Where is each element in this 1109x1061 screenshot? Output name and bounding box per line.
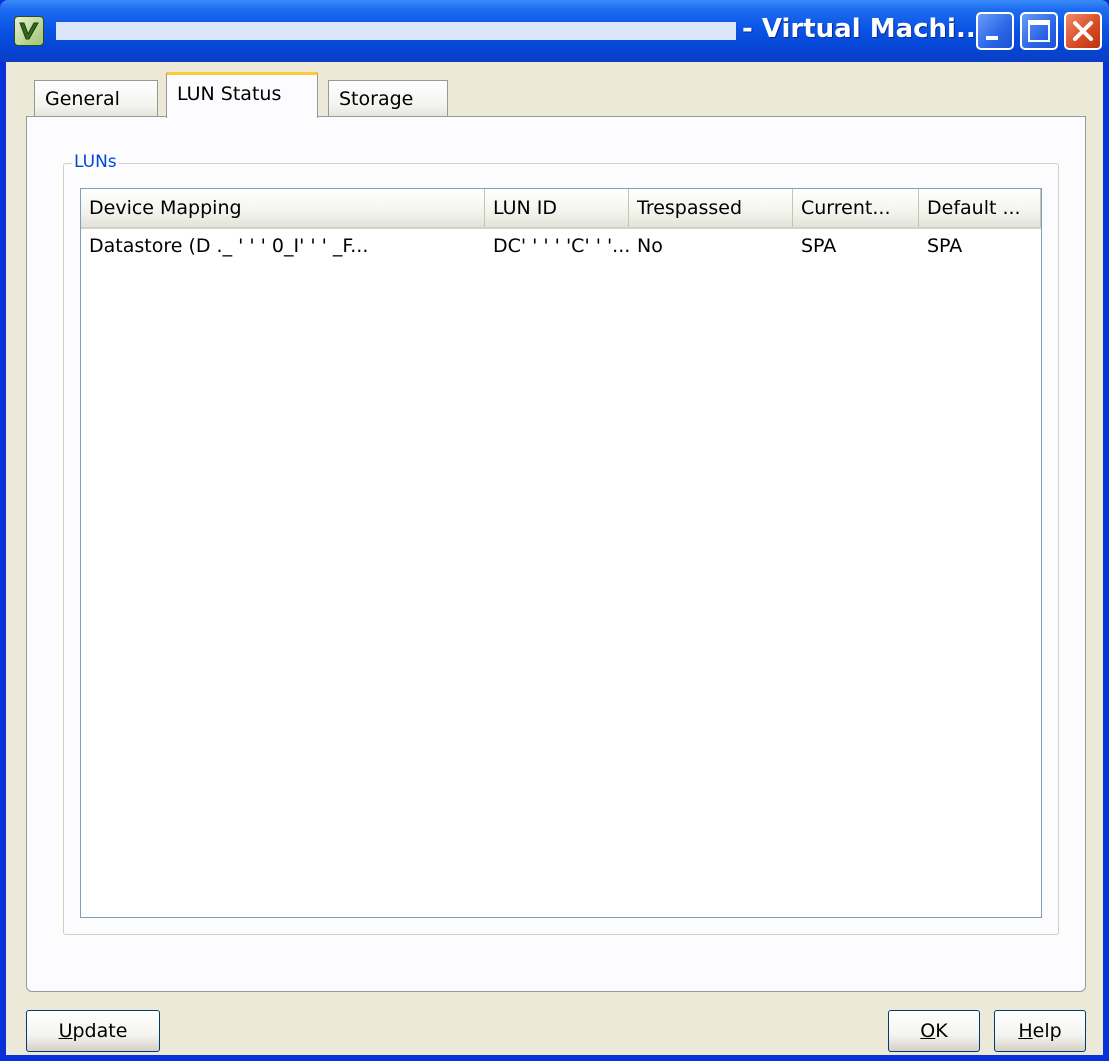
- maximize-button[interactable]: [1020, 12, 1058, 50]
- table-row[interactable]: Datastore (D ._ ' ' ' 0_I' ' ' _F... DC'…: [81, 229, 1041, 265]
- close-icon: [1073, 21, 1093, 41]
- luns-group-label: LUNs: [72, 152, 119, 172]
- lun-list-header: Device Mapping LUN ID Trespassed Current…: [81, 189, 1041, 229]
- tab-storage[interactable]: Storage: [328, 80, 448, 116]
- help-label-rest: elp: [1032, 1020, 1062, 1042]
- help-hotkey: H: [1018, 1020, 1033, 1042]
- tab-general[interactable]: General: [34, 80, 158, 116]
- title-bar[interactable]: - Virtual Machi...: [0, 0, 1109, 62]
- close-button[interactable]: [1064, 12, 1102, 50]
- column-header-default[interactable]: Default ...: [919, 189, 1041, 227]
- column-header-device-mapping[interactable]: Device Mapping: [81, 189, 485, 227]
- lun-list[interactable]: Device Mapping LUN ID Trespassed Current…: [80, 188, 1042, 918]
- window-title: - Virtual Machi...: [742, 14, 986, 44]
- cell-trespassed: No: [637, 235, 663, 257]
- cell-lun-id: DC' ' ' ' 'C' ' '...: [493, 235, 629, 257]
- cell-current: SPA: [801, 235, 837, 257]
- lun-status-panel: LUNs Device Mapping LUN ID Trespassed Cu…: [26, 116, 1086, 992]
- ok-label-rest: K: [935, 1020, 948, 1042]
- update-button[interactable]: Update: [26, 1010, 160, 1052]
- maximize-icon: [1028, 20, 1050, 42]
- title-redacted-region: [56, 22, 736, 40]
- update-hotkey: U: [58, 1020, 73, 1042]
- cell-device-mapping: Datastore (D ._ ' ' ' 0_I' ' ' _F...: [89, 235, 369, 257]
- dialog-client-area: General LUN Status Storage LUNs Device M…: [6, 62, 1103, 1055]
- ok-hotkey: O: [920, 1020, 936, 1042]
- column-header-trespassed[interactable]: Trespassed: [629, 189, 793, 227]
- column-header-current[interactable]: Current...: [793, 189, 919, 227]
- tab-lun-status[interactable]: LUN Status: [166, 72, 318, 118]
- ok-button[interactable]: OK: [888, 1010, 980, 1052]
- column-header-lun-id[interactable]: LUN ID: [485, 189, 629, 227]
- cell-default: SPA: [927, 235, 963, 257]
- minimize-button[interactable]: [976, 12, 1014, 50]
- vsphere-app-icon: [14, 16, 44, 46]
- dialog-window: - Virtual Machi... General LUN Status St…: [0, 0, 1109, 1061]
- window-bottom-border: [0, 1055, 1109, 1061]
- minimize-icon: [986, 36, 998, 40]
- update-label-rest: pdate: [72, 1020, 128, 1042]
- help-button[interactable]: Help: [994, 1010, 1086, 1052]
- luns-groupbox: LUNs Device Mapping LUN ID Trespassed Cu…: [63, 152, 1059, 935]
